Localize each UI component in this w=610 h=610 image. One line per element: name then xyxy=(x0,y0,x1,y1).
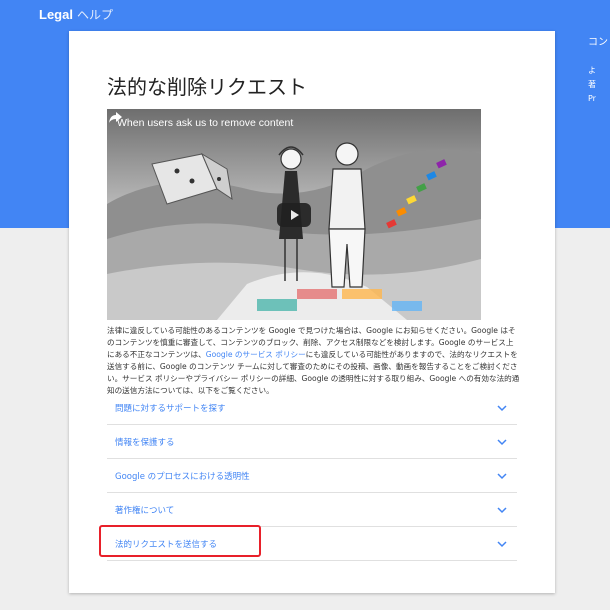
accordion-item-label: Google のプロセスにおける透明性 xyxy=(115,472,250,482)
share-icon[interactable] xyxy=(107,109,123,125)
chevron-down-icon xyxy=(497,405,507,412)
accordion-item-transparency[interactable]: Google のプロセスにおける透明性 xyxy=(107,460,517,493)
accordion-item-label: 情報を保護する xyxy=(115,438,175,448)
accordion-item-submit-legal-request[interactable]: 法的リクエストを送信する xyxy=(107,528,517,561)
service-policy-link[interactable]: Google のサービス ポリシー xyxy=(206,350,306,359)
accordion-item-find-support[interactable]: 問題に対するサポートを探す xyxy=(107,392,517,425)
video-player[interactable]: When users ask us to remove content xyxy=(107,109,481,320)
accordion-item-label: 問題に対するサポートを探す xyxy=(115,404,226,414)
brand-logo[interactable]: Legal ヘルプ xyxy=(39,6,113,28)
accordion-item-protect-info[interactable]: 情報を保護する xyxy=(107,426,517,459)
video-title: When users ask us to remove content xyxy=(117,117,294,129)
side-panel-title: コン xyxy=(588,37,608,48)
play-button[interactable] xyxy=(277,203,311,227)
side-panel-line[interactable]: 著 xyxy=(588,78,610,92)
chevron-down-icon xyxy=(497,473,507,480)
brand-help: ヘルプ xyxy=(76,8,113,22)
description-text: 法律に違反している可能性のあるコンテンツを Google で見つけた場合は、Go… xyxy=(107,325,521,397)
accordion: 問題に対するサポートを探す 情報を保護する Google のプロセスにおける透明… xyxy=(107,392,517,562)
side-panel: コン よ 著 Pr xyxy=(588,36,610,106)
side-panel-line[interactable]: よ xyxy=(588,64,610,78)
brand-legal: Legal xyxy=(39,7,73,22)
accordion-item-copyright[interactable]: 著作権について xyxy=(107,494,517,527)
chevron-down-icon xyxy=(497,507,507,514)
chevron-down-icon xyxy=(497,541,507,548)
chevron-down-icon xyxy=(497,439,507,446)
content-card: 法的な削除リクエスト When users ask us to remove c… xyxy=(69,31,555,593)
accordion-item-label: 法的リクエストを送信する xyxy=(115,540,218,550)
accordion-item-label: 著作権について xyxy=(115,506,175,516)
side-panel-line[interactable]: Pr xyxy=(588,92,610,106)
page-title: 法的な削除リクエスト xyxy=(107,75,307,99)
play-icon xyxy=(291,210,299,220)
